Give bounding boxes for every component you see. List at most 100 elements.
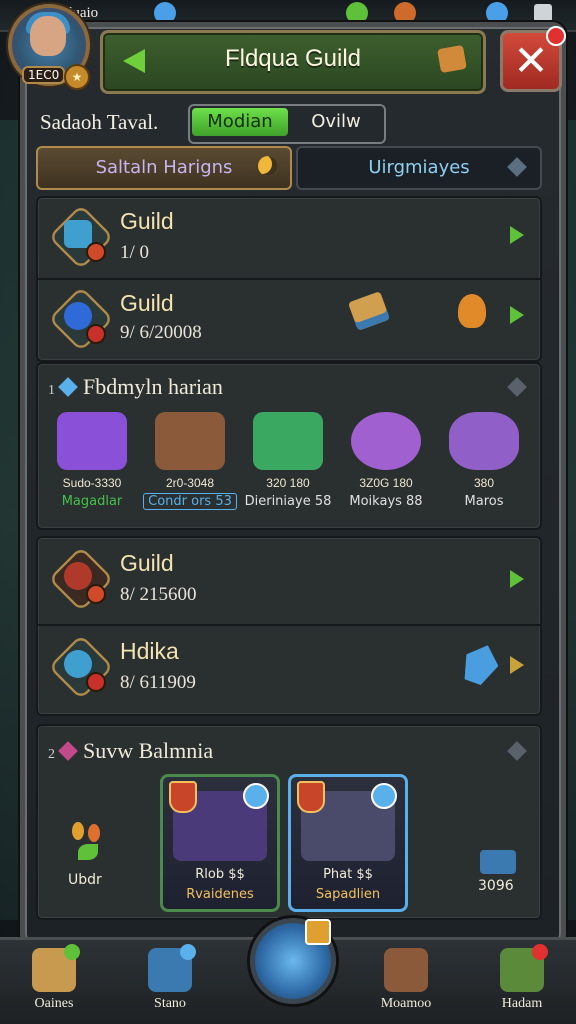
chevron-right-icon[interactable] (510, 226, 524, 244)
blue-gem-icon[interactable] (486, 2, 508, 24)
reward-item[interactable]: 320 180 Dieriniaye 58 (240, 412, 336, 509)
item-name: Hdika (120, 638, 179, 664)
item-name: Guild (120, 550, 174, 576)
bottom-nav: Oaines Stano Moamoo Hadam (0, 918, 576, 1024)
chevron-right-icon[interactable] (510, 656, 524, 674)
section-number: 2 (48, 747, 55, 762)
blue-gem-icon[interactable] (154, 2, 176, 24)
flame-leaf-icon (68, 822, 108, 866)
moon-icon (258, 156, 278, 176)
notification-dot (64, 944, 80, 960)
notification-badge (305, 919, 331, 945)
toggle-option-active[interactable]: Modian (192, 108, 288, 136)
item-name: Guild (120, 290, 174, 316)
member-list-panel: Guild 8/ 215600 Hdika 8/ 611909 (36, 536, 542, 716)
list-item[interactable]: Guild 9/ 6/20008 (38, 280, 540, 360)
reward-tag: Dieriniaye 58 (244, 494, 332, 509)
nav-item-stano[interactable]: Stano (130, 944, 210, 1012)
item-value: 8/ 611909 (120, 672, 196, 693)
tab-right[interactable]: Uirgmiayes (296, 146, 542, 190)
bonus-header: 2 Suvw Balmnia (48, 738, 213, 764)
green-gem-icon[interactable] (346, 2, 368, 24)
reward-item[interactable]: 2r0-3048 Condr ors 53 (142, 412, 238, 510)
nav-label: Stano (154, 996, 186, 1011)
nav-label: Hadam (501, 996, 543, 1011)
chevron-right-icon[interactable] (510, 570, 524, 588)
orange-gem-icon[interactable] (394, 2, 416, 24)
toggle-option-inactive[interactable]: Ovilw (290, 108, 382, 136)
reward-price: Sudo-3330 (62, 476, 122, 490)
reward-price: 380 (473, 476, 495, 490)
bonus-card[interactable]: Rlob $$ Rvaidenes (160, 774, 280, 912)
item-value: 8/ 215600 (120, 584, 197, 605)
page-title: Fldqua Guild (224, 45, 362, 72)
reward-tag: Moikays 88 (349, 494, 423, 509)
bonus-left-label: Ubdr (68, 872, 102, 888)
item-value: 1/ 0 (120, 242, 150, 263)
shield-icon (297, 781, 325, 813)
tab-left-label: Saltaln Harigns (95, 157, 233, 178)
reward-crystal-icon (449, 412, 519, 470)
nav-item-moamoo[interactable]: Moamoo (366, 948, 446, 1012)
member-portrait-icon (48, 634, 114, 700)
rewards-panel: 1 Fbdmyln harian Sudo-3330 Magadlar 2r0-3… (36, 362, 542, 530)
view-mode-toggle[interactable]: Modian Ovilw (188, 104, 386, 144)
item-name: Guild (120, 208, 174, 234)
section-number: 1 (48, 383, 55, 398)
flame-icon (458, 294, 486, 328)
level-badge: 1EC0 (22, 66, 66, 84)
reward-tag: Magadlar (61, 494, 123, 509)
view-mode-label: Sadaoh Taval. (40, 110, 159, 134)
bonus-panel: 2 Suvw Balmnia Ubdr Rlob $$ Rvaidenes Pha… (36, 724, 542, 920)
gem-icon (58, 377, 78, 397)
reward-item[interactable]: 380 Maros (436, 412, 532, 509)
reward-chest-icon (155, 412, 225, 470)
player-avatar[interactable]: 1EC0 ★ (8, 4, 90, 96)
crystal-icon (458, 639, 504, 688)
card-quality: Sapadlien (315, 887, 381, 902)
nav-item-oaines[interactable]: Oaines (14, 944, 94, 1012)
notification-dot (532, 944, 548, 960)
title-banner: Fldqua Guild (100, 30, 486, 94)
chevron-right-icon[interactable] (510, 306, 524, 324)
bonus-right-label: 3096 (478, 878, 514, 894)
nav-label: Oaines (34, 996, 74, 1011)
bonus-card[interactable]: Phat $$ Sapadlien (288, 774, 408, 912)
home-orb-button[interactable] (250, 918, 336, 1004)
guild-emblem-icon (48, 546, 114, 612)
gem-icon (58, 741, 78, 761)
reward-item[interactable]: Sudo-3330 Magadlar (44, 412, 140, 509)
reward-tag: Maros (464, 494, 504, 509)
reward-price: 2r0-3048 (165, 476, 215, 490)
reward-tag: Condr ors 53 (143, 493, 237, 510)
avatar-face (30, 16, 66, 56)
chest-icon (384, 948, 428, 992)
rewards-title: Fbdmyln harian (83, 374, 223, 399)
card-quality: Rvaidenes (186, 887, 254, 902)
list-item[interactable]: Guild 8/ 215600 (38, 538, 540, 622)
card-price: Phat $$ (323, 867, 373, 882)
reward-item[interactable]: 3Z0G 180 Moikays 88 (338, 412, 434, 509)
shield-icon (169, 781, 197, 813)
gem-icon (243, 783, 269, 809)
guild-emblem-icon (48, 204, 114, 270)
scroll-icon (347, 291, 391, 331)
list-item[interactable]: Guild 1/ 0 (38, 198, 540, 278)
nav-label: Moamoo (380, 996, 432, 1011)
card-price: Rlob $$ (195, 867, 245, 882)
notification-dot (180, 944, 196, 960)
guild-list-panel: Guild 1/ 0 Guild 9/ 6/20008 (36, 196, 542, 362)
view-mode-row: Sadaoh Taval. Modian Ovilw (40, 104, 540, 144)
pin-icon[interactable] (507, 741, 527, 761)
notification-badge (546, 26, 566, 46)
star-icon: ★ (64, 64, 90, 90)
settings-icon[interactable] (534, 4, 552, 22)
guild-emblem-icon (48, 286, 114, 352)
list-item[interactable]: Hdika 8/ 611909 (38, 626, 540, 710)
nav-item-hadam[interactable]: Hadam (482, 944, 562, 1012)
chest-icon (437, 44, 467, 74)
bonus-title: Suvw Balmnia (83, 738, 214, 763)
reward-price: 3Z0G 180 (359, 476, 413, 490)
pin-icon[interactable] (507, 377, 527, 397)
tab-left[interactable]: Saltaln Harigns (36, 146, 292, 190)
